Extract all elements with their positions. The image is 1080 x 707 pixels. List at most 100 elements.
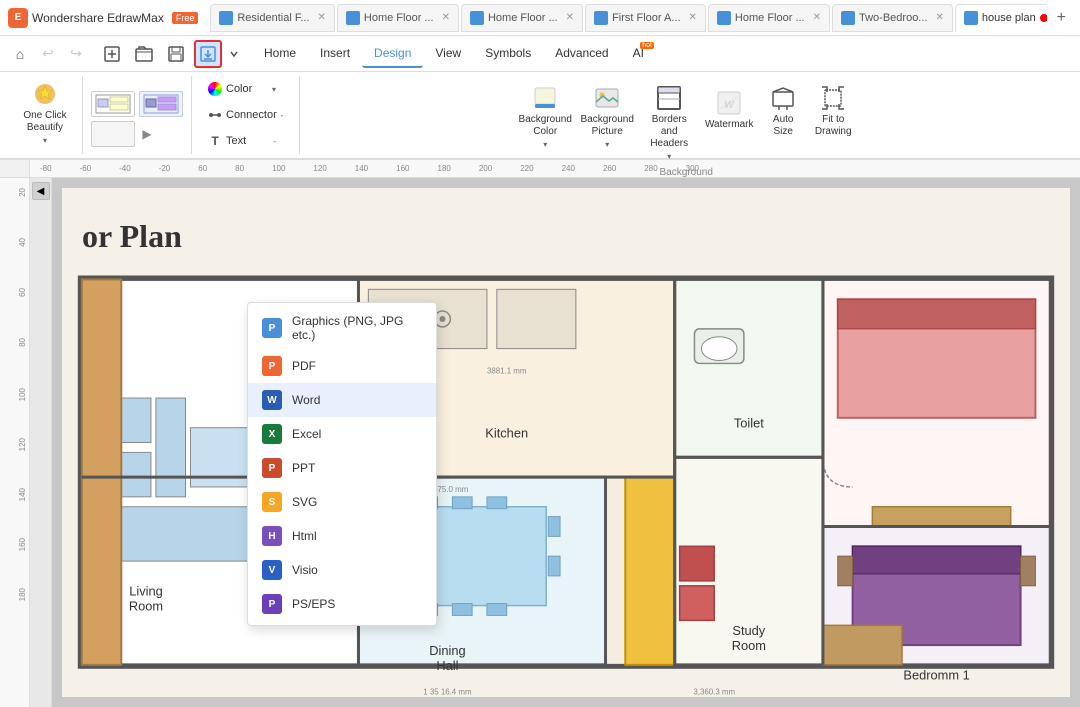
tab-label: house plan [982,12,1036,24]
style-scroll-right[interactable]: ▶ [139,121,155,147]
v-ruler-mark: 120 [18,438,27,451]
action-buttons [98,40,242,68]
fit-drawing-label: Fit toDrawing [815,114,852,138]
tab-icon [841,11,855,25]
menu-symbols[interactable]: Symbols [473,40,543,68]
menu-design[interactable]: Design [362,40,423,68]
tab-close[interactable]: ✕ [566,12,574,23]
menu-advanced[interactable]: Advanced [543,40,620,68]
connector-btn[interactable]: Connector - [202,104,289,126]
bg-picture-arrow: ▾ [605,140,609,149]
ruler-vertical: 20 40 60 80 100 120 140 160 180 [0,178,30,707]
sidebar-toggle-btn[interactable]: ◀ [32,182,50,200]
ruler-mark: 220 [520,164,533,173]
home-nav-btn[interactable]: ⌂ [8,42,32,66]
tab-two-bedroom[interactable]: Two-Bedroo... ✕ [832,4,953,32]
add-tab-button[interactable]: + [1051,9,1072,27]
ppt-icon: P [262,458,282,478]
auto-size-icon [769,84,797,112]
tab-close[interactable]: ✕ [318,12,326,23]
undo-btn[interactable]: ↩ [36,42,60,66]
svg-text:Dining: Dining [429,643,465,658]
tab-close[interactable]: ✕ [935,12,943,23]
export-html-item[interactable]: H Html [248,519,436,553]
export-pdf-item[interactable]: P PDF [248,349,436,383]
beautify-content: One ClickBeautify ▾ [18,76,72,154]
menu-insert[interactable]: Insert [308,40,362,68]
menu-ai[interactable]: AI hot [621,40,656,68]
tab-close[interactable]: ✕ [689,12,697,23]
tab-bar: Residential F... ✕ Home Floor ... ✕ Home… [210,4,1046,32]
ribbon-section-beautify: One ClickBeautify ▾ [8,76,83,154]
tab-home-floor-5[interactable]: Home Floor ... ✕ [708,4,830,32]
menu-view[interactable]: View [423,40,473,68]
one-click-beautify-btn[interactable]: One ClickBeautify ▾ [18,76,72,149]
watermark-btn[interactable]: W Watermark [703,80,755,140]
nav-buttons: ⌂ ↩ ↪ [8,42,88,66]
tab-close[interactable]: ✕ [442,12,450,23]
tab-label: Home Floor ... [735,12,805,24]
export-ps-item[interactable]: P PS/EPS [248,587,436,621]
auto-size-btn[interactable]: AutoSize [761,80,805,142]
hot-badge: hot [640,42,654,49]
visio-label: Visio [292,563,318,577]
export-btn[interactable] [194,40,222,68]
beautify-icon [31,80,59,108]
export-word-item[interactable]: W Word [248,383,436,417]
tab-residential[interactable]: Residential F... ✕ [210,4,335,32]
fit-drawing-btn[interactable]: Fit toDrawing [811,80,855,142]
export-graphics-item[interactable]: P Graphics (PNG, JPG etc.) [248,307,436,349]
export-visio-item[interactable]: V Visio [248,553,436,587]
style-thumb-3[interactable] [91,121,135,147]
svg-text:Bedromm 1: Bedromm 1 [903,668,969,683]
export-arrow-btn[interactable] [226,40,242,68]
menu-home[interactable]: Home [252,40,308,68]
redo-btn[interactable]: ↪ [64,42,88,66]
connector-icon [208,108,222,122]
style-thumb-2[interactable] [139,91,183,117]
svg-text:Toilet: Toilet [734,416,764,431]
ruler-horizontal: -80 -60 -40 -20 60 80 100 120 140 160 18… [30,160,1080,177]
tab-label: Home Floor ... [488,12,558,24]
word-label: Word [292,393,320,407]
tab-label: Home Floor ... [364,12,434,24]
svg-text:Study: Study [732,623,765,638]
ruler-mark: 280 [644,164,657,173]
save-btn[interactable] [162,40,190,68]
fit-drawing-icon [819,84,847,112]
new-btn[interactable] [98,40,126,68]
text-btn[interactable]: T Text - [202,130,282,152]
tab-home-floor-2[interactable]: Home Floor ... ✕ [337,4,459,32]
beautify-arrow: ▾ [43,136,47,145]
export-ppt-item[interactable]: P PPT [248,451,436,485]
export-svg-item[interactable]: S SVG [248,485,436,519]
tab-first-floor[interactable]: First Floor A... ✕ [585,4,706,32]
graphics-label: Graphics (PNG, JPG etc.) [292,314,422,342]
export-excel-item[interactable]: X Excel [248,417,436,451]
bg-picture-btn[interactable]: BackgroundPicture ▾ [579,80,635,153]
open-btn[interactable] [130,40,158,68]
ruler-mark: 80 [235,164,244,173]
excel-label: Excel [292,427,321,441]
color-btn[interactable]: Color ▾ [202,78,282,100]
ruler-mark: 300 [686,164,699,173]
ribbon-section-background: BackgroundColor ▾ BackgroundPicture ▾ Bo… [300,76,1072,154]
tab-icon [594,11,608,25]
style-thumb-1[interactable] [91,91,135,117]
ps-icon: P [262,594,282,614]
tab-close[interactable]: ✕ [813,12,821,23]
tab-house-plan[interactable]: house plan [955,4,1047,32]
bg-color-icon [531,84,559,112]
bg-color-btn[interactable]: BackgroundColor ▾ [517,80,573,153]
canvas-area[interactable]: or Plan Living Room [52,178,1080,707]
auto-size-label: AutoSize [773,114,794,138]
tab-icon [346,11,360,25]
ribbon: One ClickBeautify ▾ ▶ [0,72,1080,160]
bg-picture-icon [593,84,621,112]
app-name: Wondershare EdrawMax [32,11,164,25]
tab-home-floor-3[interactable]: Home Floor ... ✕ [461,4,583,32]
ruler-mark: 160 [396,164,409,173]
ribbon-section-styles: ▶ [83,76,192,154]
borders-btn[interactable]: Borders andHeaders ▾ [641,80,697,165]
svg-text:W: W [724,100,735,111]
